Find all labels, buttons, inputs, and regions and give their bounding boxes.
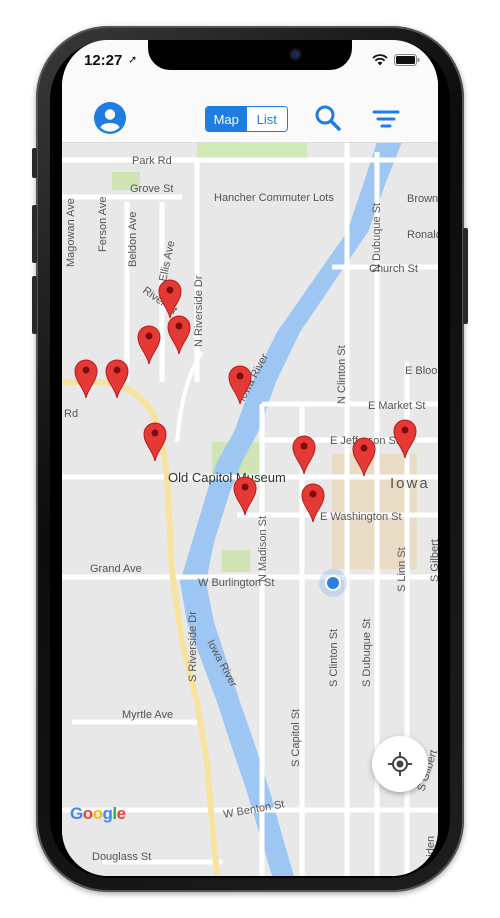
label-e-washington-st: E Washington St	[320, 511, 402, 523]
battery-icon	[394, 54, 420, 66]
label-n-riverside-dr: N Riverside Dr	[193, 275, 205, 347]
wifi-icon	[372, 54, 388, 66]
label-maiden: Maiden	[425, 836, 437, 872]
volume-up-button	[32, 205, 37, 263]
label-ferson-ave: Ferson Ave	[97, 197, 109, 252]
view-toggle: Map List	[205, 106, 288, 132]
park-area-north	[197, 142, 307, 160]
label-s-dubuque-st: S Dubuque St	[361, 619, 373, 688]
label-grove-st: Grove St	[130, 183, 173, 195]
label-n-clinton-st: N Clinton St	[336, 345, 348, 404]
label-iowa: Iowa	[390, 475, 430, 492]
app-screen: 12:27 ➚ Map List Park Rd Grove St Magowa…	[62, 40, 438, 876]
park-area-south	[222, 550, 250, 572]
crosshair-icon	[388, 752, 412, 776]
label-s-gilbert-st-top: S Gilbert	[429, 539, 438, 582]
volume-down-button	[32, 276, 37, 334]
label-e-market-st: E Market St	[368, 400, 425, 412]
label-e-bloomington: E Bloo	[405, 365, 437, 377]
map-tab[interactable]: Map	[206, 107, 247, 131]
label-s-clinton-st: S Clinton St	[328, 629, 340, 687]
label-s-linn-st: S Linn St	[396, 547, 408, 592]
front-camera	[291, 50, 300, 59]
profile-icon[interactable]	[94, 102, 126, 134]
current-location-dot	[325, 575, 341, 591]
label-w-burlington-st: W Burlington St	[198, 577, 274, 589]
app-header: Map List	[62, 84, 438, 143]
label-hancher: Hancher Commuter Lots	[214, 192, 334, 204]
mute-switch	[32, 148, 37, 178]
label-s-riverside-dr: S Riverside Dr	[187, 611, 199, 682]
locate-me-button[interactable]	[372, 736, 428, 792]
label-park-rd: Park Rd	[132, 155, 172, 167]
label-church-st: Church St	[369, 263, 418, 275]
label-ronalds: Ronalds	[407, 229, 438, 241]
label-grand-ave: Grand Ave	[90, 563, 142, 575]
label-douglass-st: Douglass St	[92, 851, 151, 863]
status-time: 12:27	[84, 52, 123, 69]
label-n-dubuque-st: N Dubuque St	[371, 203, 383, 272]
label-rd: Rd	[64, 408, 78, 420]
label-brown: Brown	[407, 193, 438, 205]
label-magowan-ave: Magowan Ave	[65, 198, 77, 267]
search-icon[interactable]	[314, 104, 342, 132]
list-tab[interactable]: List	[246, 107, 287, 131]
location-arrow-icon: ➚	[128, 54, 138, 66]
filter-icon[interactable]	[372, 106, 400, 134]
google-logo: Google	[70, 804, 126, 823]
label-s-capitol-st: S Capitol St	[290, 709, 302, 767]
label-old-capitol-museum: Old Capitol Museum	[168, 470, 286, 485]
label-beldon-ave: Beldon Ave	[127, 212, 139, 267]
notch	[148, 40, 352, 70]
label-n-madison-st: N Madison St	[257, 516, 269, 582]
power-button	[463, 228, 468, 324]
label-myrtle-ave: Myrtle Ave	[122, 709, 173, 721]
status-icons	[372, 54, 420, 66]
